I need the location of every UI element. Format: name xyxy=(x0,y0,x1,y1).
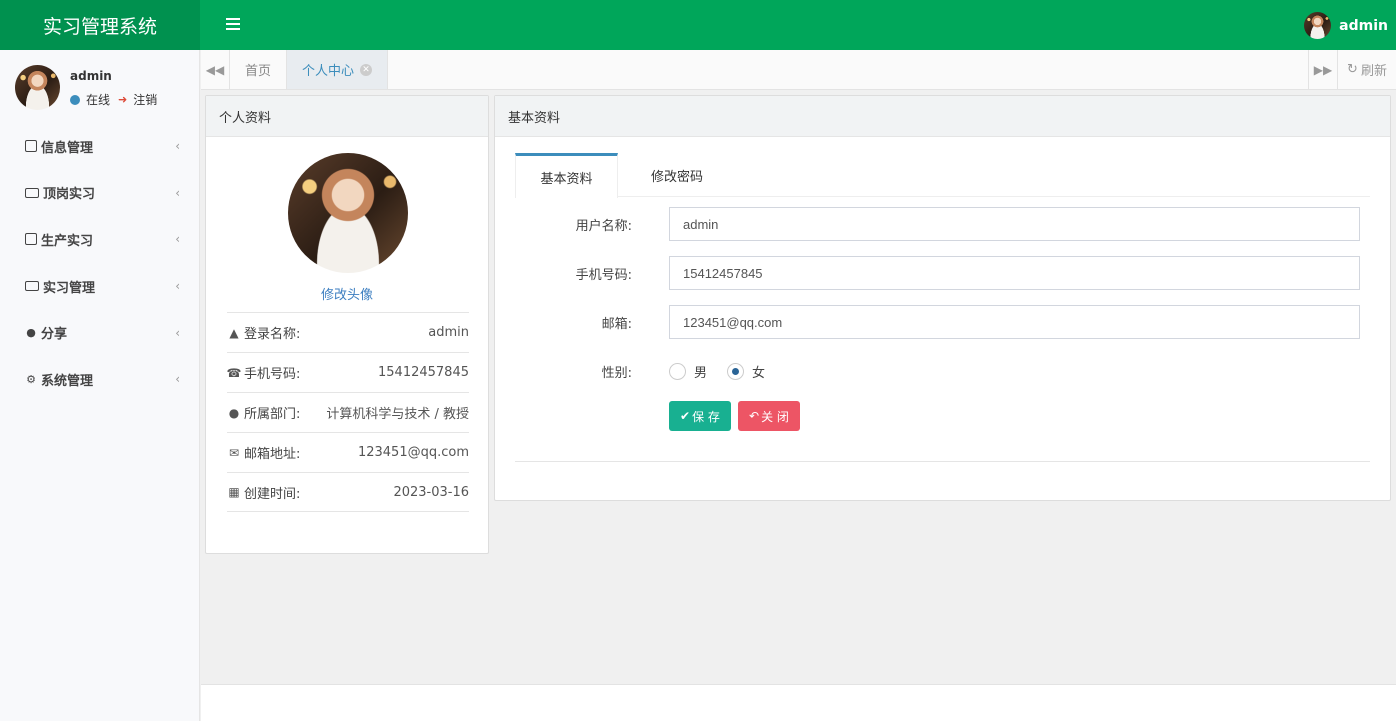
sidebar-avatar xyxy=(15,65,60,110)
form-divider xyxy=(515,461,1370,462)
tab-home[interactable]: 首页 xyxy=(230,50,288,89)
check-icon: ✔ xyxy=(680,409,691,423)
sidebar-user-panel: admin 在线 ➜ 注销 xyxy=(15,65,195,115)
reply-icon: ↶ xyxy=(749,409,760,423)
sidebar-username: admin xyxy=(70,69,112,83)
logout-link[interactable]: 注销 xyxy=(133,91,157,108)
gear-icon: ⚙ xyxy=(26,372,36,386)
page-tabs-bar: ◀◀ 首页 个人中心 ✕ ▶▶ ↻ 刷新 xyxy=(201,50,1396,90)
sign-out-icon[interactable]: ➜ xyxy=(118,93,127,106)
sidebar-item-system[interactable]: ⚙ 系统管理 ‹ xyxy=(0,356,200,403)
info-row-department: ● 所属部门: 计算机科学与技术 / 教授 xyxy=(227,392,469,432)
online-dot-icon xyxy=(70,94,80,105)
users-icon: ● xyxy=(228,405,240,420)
top-user-menu[interactable]: admin xyxy=(1304,12,1388,39)
backward-icon[interactable]: ◀◀ xyxy=(201,50,230,89)
close-tab-icon[interactable]: ✕ xyxy=(360,63,373,76)
phone-icon: ☎ xyxy=(226,365,242,380)
radio-checked-icon xyxy=(727,362,744,380)
envelope-icon: ✉ xyxy=(228,445,240,460)
email-input[interactable] xyxy=(669,305,1360,339)
sidebar-item-production-internship[interactable]: 生产实习 ‹ xyxy=(0,216,200,263)
calendar-icon: ▦ xyxy=(228,485,240,499)
username-label: 用户名称: xyxy=(575,218,632,234)
sidebar-item-share[interactable]: ● 分享 ‹ xyxy=(0,309,200,356)
sidebar: admin 在线 ➜ 注销 信息管理 ‹ 顶岗实习 ‹ 生产实习 ‹ 实习管理 ‹ ● 分… xyxy=(0,50,200,721)
tab-change-password[interactable]: 修改密码 xyxy=(625,153,729,197)
email-row: 邮箱: xyxy=(515,305,1360,339)
form-tabs: 基本资料 修改密码 xyxy=(515,153,1370,198)
profile-panel-title: 个人资料 xyxy=(206,96,488,137)
forward-icon[interactable]: ▶▶ xyxy=(1308,50,1337,89)
sidebar-menu: 信息管理 ‹ 顶岗实习 ‹ 生产实习 ‹ 实习管理 ‹ ● 分享 ‹ ⚙ 系统管理 ‹ xyxy=(0,123,200,403)
tab-basic-info[interactable]: 基本资料 xyxy=(515,153,618,198)
badge-icon xyxy=(25,233,37,246)
gender-male-radio[interactable]: 男 xyxy=(669,362,707,381)
top-navbar: admin xyxy=(200,0,1396,50)
username-row: 用户名称: xyxy=(515,207,1360,241)
info-row-email: ✉ 邮箱地址: 123451@qq.com xyxy=(227,432,469,472)
chevron-left-icon: ‹ xyxy=(175,139,180,154)
gender-female-radio[interactable]: 女 xyxy=(727,362,765,381)
sidebar-status: 在线 ➜ 注销 xyxy=(70,91,157,108)
profile-panel: 个人资料 修改头像 ▲ 登录名称: admin ☎ 手机号码: 15412457845 … xyxy=(205,95,489,554)
email-label: 邮箱: xyxy=(601,316,632,332)
sidebar-item-post-internship[interactable]: 顶岗实习 ‹ xyxy=(0,170,200,217)
chevron-left-icon: ‹ xyxy=(175,325,180,340)
save-button[interactable]: ✔ 保 存 xyxy=(669,401,731,431)
tab-profile[interactable]: 个人中心 ✕ xyxy=(287,50,389,89)
online-status-text: 在线 xyxy=(86,93,111,107)
app-logo: 实习管理系统 xyxy=(0,0,200,50)
refresh-icon: ↻ xyxy=(1347,62,1358,77)
basic-info-panel: 基本资料 基本资料 修改密码 用户名称: 手机号码: 邮箱: 性别: 男 女 ✔… xyxy=(494,95,1391,501)
chevron-left-icon: ‹ xyxy=(175,372,180,387)
info-row-phone: ☎ 手机号码: 15412457845 xyxy=(227,352,469,392)
user-icon: ▲ xyxy=(229,325,239,340)
phone-input[interactable] xyxy=(669,256,1360,290)
chevron-left-icon: ‹ xyxy=(175,185,180,200)
top-avatar xyxy=(1304,12,1332,39)
radio-circle-icon xyxy=(669,362,686,380)
info-row-created: ▦ 创建时间: 2023-03-16 xyxy=(227,472,469,512)
app-title: 实习管理系统 xyxy=(42,15,157,38)
gender-row: 性别: 男 女 xyxy=(515,354,1360,388)
change-avatar-link[interactable]: 修改头像 xyxy=(206,284,488,303)
sidebar-item-info[interactable]: 信息管理 ‹ xyxy=(0,123,200,170)
chevron-left-icon: ‹ xyxy=(175,232,180,247)
chevron-left-icon: ‹ xyxy=(175,279,180,294)
comment-icon: ● xyxy=(26,326,36,340)
info-row-login: ▲ 登录名称: admin xyxy=(227,312,469,352)
username-input[interactable] xyxy=(669,207,1360,241)
profile-info-list: ▲ 登录名称: admin ☎ 手机号码: 15412457845 ● 所属部门: 计算机科… xyxy=(227,312,469,512)
hamburger-menu-icon[interactable] xyxy=(226,18,240,30)
profile-avatar xyxy=(288,153,408,273)
top-username: admin xyxy=(1339,17,1388,34)
id-card-icon xyxy=(25,281,39,292)
basic-panel-title: 基本资料 xyxy=(495,96,1390,137)
refresh-button[interactable]: ↻ 刷新 xyxy=(1337,50,1396,89)
gender-label: 性别: xyxy=(601,365,632,381)
phone-label: 手机号码: xyxy=(575,267,632,283)
page-footer xyxy=(201,684,1396,721)
id-card-icon xyxy=(25,187,39,198)
phone-row: 手机号码: xyxy=(515,256,1360,290)
close-button[interactable]: ↶ 关 闭 xyxy=(738,401,800,431)
sidebar-item-internship-management[interactable]: 实习管理 ‹ xyxy=(0,263,200,310)
contact-card-icon xyxy=(25,140,37,153)
